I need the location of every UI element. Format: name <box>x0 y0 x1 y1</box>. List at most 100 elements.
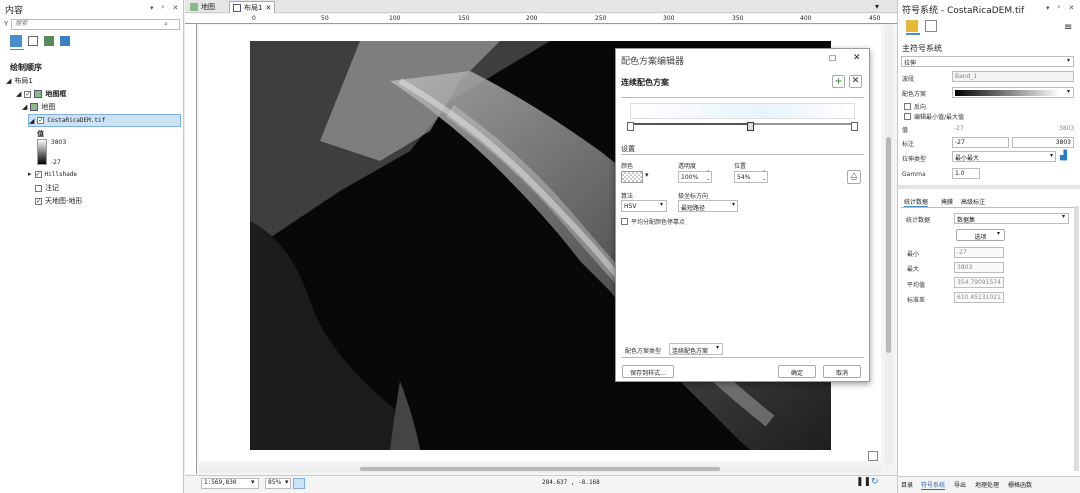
dialog-subtitle: 连续配色方案 <box>621 78 669 87</box>
vertical-scroll-thumb[interactable] <box>886 137 891 353</box>
ruler-label-0: 0 <box>252 15 256 22</box>
menu-icon[interactable]: ≡ <box>1064 22 1072 33</box>
filter-icon[interactable]: Y <box>4 20 8 28</box>
chevron-down-icon[interactable]: ▾ <box>1067 88 1070 95</box>
chevron-down-icon[interactable]: ▾ <box>645 171 649 179</box>
scheme-type-select[interactable]: 连续配色方案 <box>669 343 723 355</box>
layout-view: 地图 布局1 ✕ ▾ 0 50 100 150 200 250 300 350 4… <box>185 0 897 493</box>
ruler-label-250: 250 <box>595 15 607 22</box>
selection-icon[interactable] <box>28 36 38 46</box>
add-stop-button[interactable]: + <box>832 75 845 88</box>
tab-statistics[interactable]: 统计数据 <box>904 197 929 207</box>
symbology-title: 符号系统 - CostaRicaDEM.tif <box>902 6 1025 16</box>
tab-layout[interactable]: 布局1 ✕ <box>229 1 276 13</box>
color-stop-start[interactable] <box>627 122 634 131</box>
tab-map[interactable]: 地图 <box>187 1 218 13</box>
close-icon[interactable]: ✕ <box>173 4 179 12</box>
flip-icon[interactable]: ⧋ <box>847 170 861 184</box>
search-input[interactable] <box>11 18 180 30</box>
renderer-select[interactable]: 拉伸 <box>901 56 1074 67</box>
color-stop-end[interactable] <box>851 122 858 131</box>
stretch-type-select[interactable]: 最小最大 <box>952 151 1056 162</box>
chevron-down-icon[interactable]: ▾ <box>150 4 154 12</box>
tab-raster-functions[interactable]: 栅格函数 <box>1008 480 1032 489</box>
color-scheme-editor-dialog: 配色方案编辑器 ☐ ✕ 连续配色方案 + ✕ 设置 颜色 透明度 位置 ▾ 10… <box>615 48 870 382</box>
even-distribution-checkbox[interactable]: 平均分配颜色停靠点 <box>621 217 685 226</box>
page-navigator-icon[interactable] <box>868 451 878 461</box>
tree-layout[interactable]: ◢ 布局1 <box>6 76 33 86</box>
close-icon[interactable]: ✕ <box>1069 4 1075 12</box>
label-max-input[interactable]: 3803 <box>1012 137 1074 148</box>
cancel-button[interactable]: 取消 <box>823 365 861 378</box>
tree-map[interactable]: ◢ 地图 <box>22 102 55 112</box>
chevron-down-icon[interactable]: ▾ <box>716 344 719 351</box>
contents-toolbar <box>10 35 70 47</box>
vary-symbology-icon[interactable] <box>925 20 937 32</box>
tree-basemap[interactable]: ✓ 天地图-地形 <box>35 196 83 206</box>
save-to-style-button[interactable]: 保存到样式... <box>622 365 674 378</box>
label-label: 标注 <box>902 141 915 148</box>
color-scheme-select[interactable] <box>952 87 1074 98</box>
color-ramp-preview[interactable] <box>630 103 855 119</box>
histogram-icon[interactable]: ▟ <box>1060 151 1073 162</box>
pause-icon[interactable]: ❚❚ <box>856 477 871 487</box>
min-label: 最小 <box>907 251 920 258</box>
tab-export[interactable]: 导出 <box>954 480 966 489</box>
maximize-icon[interactable]: ☐ <box>829 54 836 63</box>
scheme-type-label: 配色方案类型 <box>625 348 662 355</box>
chevron-down-icon[interactable]: ▾ <box>251 478 255 486</box>
invert-checkbox[interactable]: 反向 <box>904 102 926 111</box>
chevron-down-icon[interactable]: ▾ <box>1062 213 1065 220</box>
chevron-down-icon[interactable]: ▾ <box>997 230 1000 237</box>
chevron-down-icon[interactable]: ▾ <box>732 201 735 208</box>
chevron-down-icon[interactable]: ▾ <box>285 478 289 486</box>
color-stop-middle[interactable] <box>747 122 754 131</box>
transparency-spinner[interactable]: ⌃ ⌄ <box>706 170 710 182</box>
position-spinner[interactable]: ⌃ ⌄ <box>762 170 766 182</box>
refresh-icon[interactable]: ↻ <box>871 477 879 487</box>
snapping-icon[interactable] <box>60 36 70 46</box>
band-label: 波段 <box>902 76 915 83</box>
tabs-menu-icon[interactable]: ▾ <box>875 2 879 11</box>
tree-annotation[interactable]: 注记 <box>35 183 59 193</box>
vertical-scrollbar[interactable] <box>885 25 893 465</box>
pin-icon[interactable]: ᵖ <box>1058 4 1061 12</box>
label-min-input[interactable]: -27 <box>952 137 1009 148</box>
tree-hillshade[interactable]: ▸ ✓ Hillshade <box>28 170 77 178</box>
horizontal-scrollbar[interactable] <box>199 465 881 473</box>
pin-icon[interactable]: ᵖ <box>162 4 165 12</box>
close-icon[interactable]: ✕ <box>265 4 271 12</box>
color-picker[interactable] <box>621 171 643 183</box>
tab-symbology[interactable]: 符号系统 <box>921 480 946 490</box>
tab-advanced-labeling[interactable]: 高级标注 <box>961 197 985 206</box>
gamma-input[interactable]: 1.0 <box>952 168 980 179</box>
polar-direction-select[interactable]: 最短路径 <box>678 200 738 212</box>
tree-layer-selected[interactable]: ◢ ✓ CostaRicaDEM.tif <box>28 114 181 127</box>
chevron-down-icon[interactable]: ▾ <box>1067 57 1070 64</box>
editing-icon[interactable] <box>44 36 54 46</box>
statistics-select[interactable]: 数据集 <box>954 213 1069 224</box>
tree-mapframe[interactable]: ◢ ✓ 地图框 <box>16 89 66 99</box>
horizontal-scroll-thumb[interactable] <box>360 467 720 471</box>
mapframe-icon <box>34 90 43 98</box>
edit-minmax-checkbox[interactable]: 编辑最小值/最大值 <box>904 112 964 121</box>
chevron-down-icon[interactable]: ▾ <box>1050 152 1053 159</box>
chevron-down-icon[interactable]: ▾ <box>660 201 663 208</box>
splitter[interactable] <box>898 185 1080 189</box>
ruler-label-450: 450 <box>869 15 881 22</box>
legend-min: -27 <box>51 159 61 166</box>
search-icon[interactable]: ⌕ <box>164 20 168 29</box>
fixed-zoom-icon[interactable] <box>293 478 305 489</box>
remove-stop-button[interactable]: ✕ <box>849 75 862 88</box>
statistics-scrollbar[interactable] <box>1074 206 1079 471</box>
draw-order-icon[interactable] <box>10 35 22 47</box>
close-icon[interactable]: ✕ <box>853 53 861 63</box>
chevron-down-icon[interactable]: ▾ <box>1046 4 1050 12</box>
tab-geoprocessing[interactable]: 地理处理 <box>975 480 999 489</box>
band-select[interactable]: Band_1 <box>952 71 1074 82</box>
invert-label: 反向 <box>914 104 927 111</box>
tab-mask[interactable]: 掩膜 <box>941 197 953 206</box>
primary-symbology-icon[interactable] <box>906 20 918 32</box>
ok-button[interactable]: 确定 <box>778 365 816 378</box>
tab-catalog[interactable]: 目录 <box>901 480 913 489</box>
